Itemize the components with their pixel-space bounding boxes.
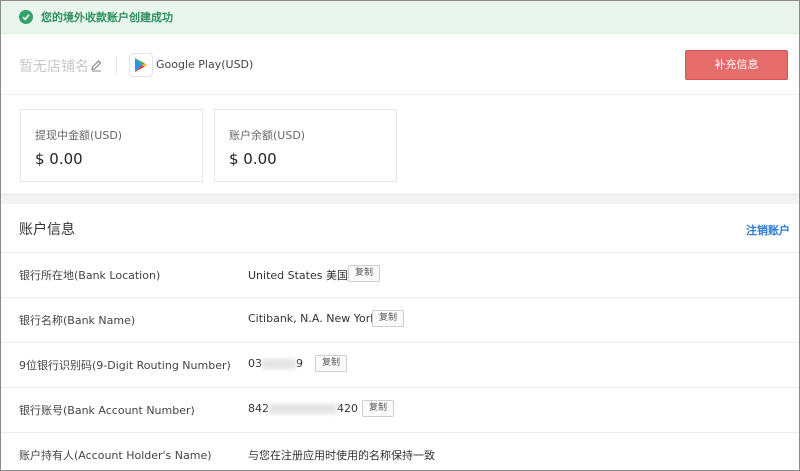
row-label: 账户持有人(Account Holder's Name): [19, 449, 212, 462]
account-balance-card: 账户余额(USD) $ 0.00: [214, 109, 397, 182]
row-label: 银行名称(Bank Name): [19, 314, 136, 327]
stat-value: $ 0.00: [229, 150, 277, 168]
success-message: 您的境外收款账户创建成功: [41, 11, 173, 24]
shop-card: 暂无店铺名 Google Play(USD) 补充信息 提现中金额(USD) $…: [1, 34, 799, 195]
info-row: 9位银行识别码(9-Digit Routing Number) 03 9 复制: [1, 342, 799, 387]
copy-button[interactable]: 复制: [372, 310, 405, 327]
app-window: 您的境外收款账户创建成功 暂无店铺名 Google Play(USD) 补充信息…: [0, 0, 800, 471]
account-info-card: 账户信息 注销账户 银行所在地(Bank Location) United St…: [1, 204, 799, 470]
row-label: 9位银行识别码(9-Digit Routing Number): [19, 359, 231, 372]
vertical-divider: [116, 56, 117, 74]
redacted-block: [262, 359, 296, 369]
routing-number-value: 03 9: [248, 357, 303, 370]
info-row: 银行名称(Bank Name) Citibank, N.A. New York …: [1, 297, 799, 342]
stat-value: $ 0.00: [35, 150, 83, 168]
redacted-block: [269, 404, 337, 414]
copy-button[interactable]: 复制: [315, 355, 348, 372]
shop-name: 暂无店铺名: [19, 59, 89, 75]
withdrawing-amount-card: 提现中金额(USD) $ 0.00: [20, 109, 203, 182]
shop-header: 暂无店铺名 Google Play(USD) 补充信息: [1, 34, 799, 95]
account-number-value: 842 420: [248, 402, 358, 415]
success-banner: 您的境外收款账户创建成功: [1, 1, 799, 34]
section-title: 账户信息: [19, 222, 75, 238]
copy-button[interactable]: 复制: [348, 265, 381, 282]
google-play-icon: [129, 53, 153, 77]
stat-label: 账户余额(USD): [229, 129, 306, 142]
copy-button[interactable]: 复制: [362, 400, 395, 417]
info-row: 账户持有人(Account Holder's Name) 与您在注册应用时使用的…: [1, 432, 799, 470]
row-value: 与您在注册应用时使用的名称保持一致: [248, 449, 435, 462]
cancel-account-link[interactable]: 注销账户: [746, 222, 790, 238]
row-label: 银行所在地(Bank Location): [19, 269, 161, 282]
row-value: Citibank, N.A. New York: [248, 312, 377, 325]
supplement-info-button[interactable]: 补充信息: [685, 50, 788, 80]
row-value: United States 美国: [248, 269, 348, 282]
row-label: 银行账号(Bank Account Number): [19, 404, 195, 417]
info-row: 银行所在地(Bank Location) United States 美国 复制: [1, 252, 799, 297]
platform-label: Google Play(USD): [156, 58, 254, 71]
value-prefix: 842: [248, 402, 269, 415]
check-circle-icon: [19, 10, 33, 24]
value-suffix: 9: [296, 357, 303, 370]
pencil-edit-icon[interactable]: [90, 57, 103, 76]
value-prefix: 03: [248, 357, 262, 370]
stat-label: 提现中金额(USD): [35, 129, 123, 142]
info-row: 银行账号(Bank Account Number) 842 420 复制: [1, 387, 799, 432]
value-suffix: 420: [337, 402, 358, 415]
